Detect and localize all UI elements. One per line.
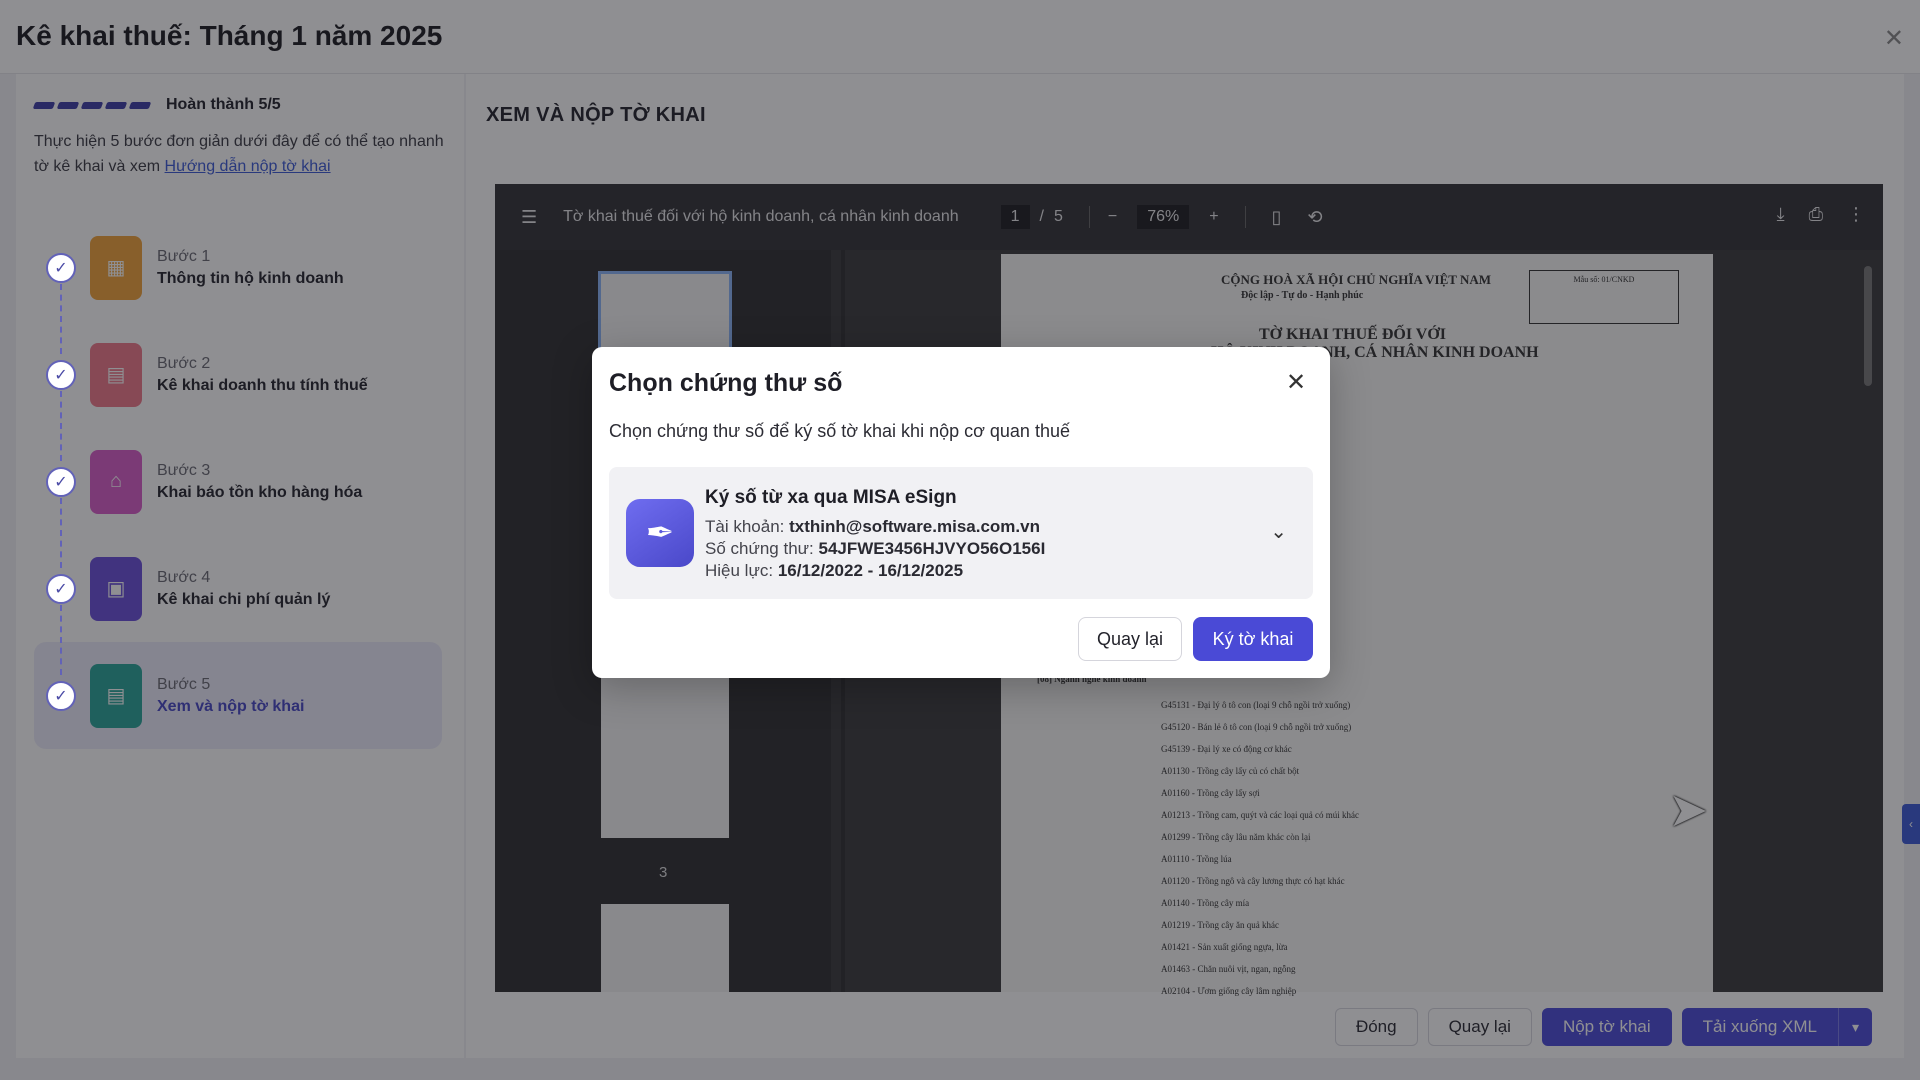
- certificate-account: Tài khoản: txthinh@software.misa.com.vn: [705, 517, 1040, 537]
- check-icon: ✓: [46, 680, 76, 711]
- esign-logo-icon: ✒: [626, 499, 694, 567]
- sign-button[interactable]: Ký tờ khai: [1193, 617, 1313, 661]
- check-icon: ✓: [46, 466, 76, 497]
- certificate-dialog: Chọn chứng thư số ✕ Chọn chứng thư số để…: [592, 347, 1330, 678]
- certificate-select[interactable]: ✒ Ký số từ xa qua MISA eSign Tài khoản: …: [609, 467, 1313, 599]
- check-icon: ✓: [46, 573, 76, 604]
- certificate-name: Ký số từ xa qua MISA eSign: [705, 487, 957, 508]
- validity-label: Hiệu lực:: [705, 561, 774, 580]
- check-icon: ✓: [46, 359, 76, 390]
- step-connector: [60, 498, 62, 568]
- certificate-serial: Số chứng thư: 54JFWE3456HJVYO56O156I: [705, 539, 1045, 559]
- serial-value: 54JFWE3456HJVYO56O156I: [818, 539, 1046, 558]
- dialog-description: Chọn chứng thư số để ký số tờ khai khi n…: [609, 421, 1070, 441]
- certificate-validity: Hiệu lực: 16/12/2022 - 16/12/2025: [705, 561, 963, 581]
- account-label: Tài khoản:: [705, 517, 785, 536]
- step-connector: [60, 605, 62, 675]
- serial-label: Số chứng thư:: [705, 539, 814, 558]
- step-connector: [60, 391, 62, 461]
- check-icon: ✓: [46, 252, 76, 283]
- dialog-title: Chọn chứng thư số: [609, 369, 843, 397]
- dialog-back-button[interactable]: Quay lại: [1078, 617, 1182, 661]
- step-connector: [60, 284, 62, 354]
- validity-value: 16/12/2022 - 16/12/2025: [777, 561, 964, 580]
- chevron-down-icon[interactable]: ⌄: [1270, 519, 1287, 544]
- account-value: txthinh@software.misa.com.vn: [789, 517, 1040, 536]
- close-icon[interactable]: ✕: [1282, 369, 1310, 397]
